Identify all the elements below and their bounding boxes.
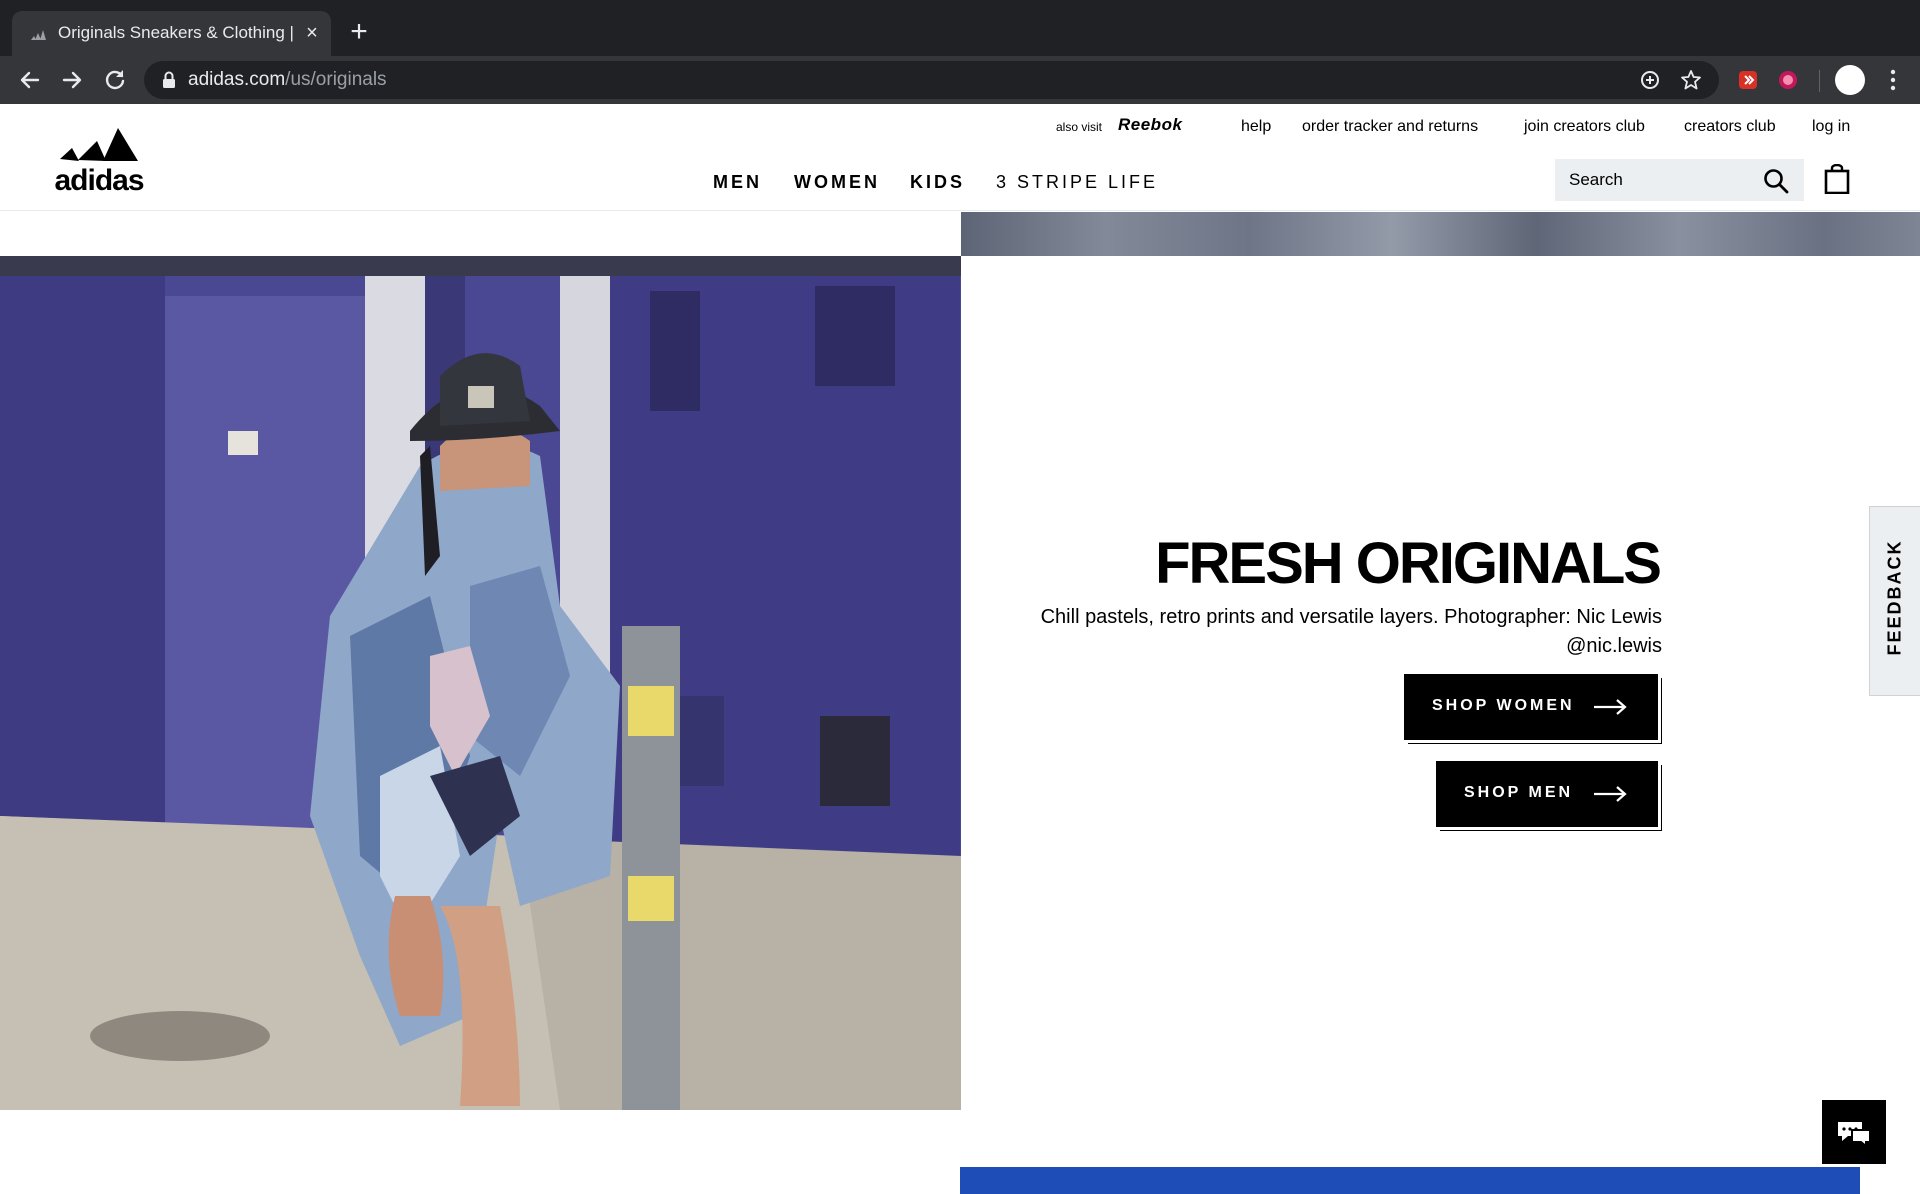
- shop-women-button[interactable]: SHOP WOMEN: [1404, 674, 1658, 740]
- reload-icon[interactable]: [101, 66, 129, 94]
- reebok-link[interactable]: Reebok: [1118, 115, 1182, 135]
- help-link[interactable]: help: [1241, 118, 1271, 136]
- shop-men-label: SHOP MEN: [1464, 784, 1574, 801]
- feedback-tab[interactable]: FEEDBACK: [1869, 506, 1920, 696]
- search-box: [1555, 159, 1804, 201]
- profile-avatar[interactable]: [1835, 65, 1865, 95]
- browser-tab-bar: Originals Sneakers & Clothing | × +: [0, 0, 1920, 56]
- address-bar[interactable]: adidas.com/us/originals: [144, 61, 1719, 99]
- nav-kids[interactable]: KIDS: [910, 172, 965, 193]
- also-visit-label: also visit: [1056, 120, 1103, 134]
- add-to-reading-icon[interactable]: [1638, 68, 1662, 92]
- browser-tab[interactable]: Originals Sneakers & Clothing | ×: [12, 11, 331, 56]
- nav-men[interactable]: MEN: [713, 172, 762, 193]
- log-in-link[interactable]: log in: [1812, 118, 1850, 136]
- feedback-label: FEEDBACK: [1884, 539, 1905, 656]
- close-tab-icon[interactable]: ×: [300, 21, 324, 45]
- hero-description: Chill pastels, retro prints and versatil…: [1040, 606, 1662, 657]
- adidas-logo[interactable]: adidas: [52, 128, 146, 197]
- search-icon[interactable]: [1763, 168, 1789, 194]
- chat-bubbles-icon: [1838, 1122, 1871, 1149]
- order-tracker-link[interactable]: order tracker and returns: [1302, 118, 1478, 136]
- hero-headline: FRESH ORIGINALS: [1155, 531, 1662, 596]
- shopping-bag-icon[interactable]: [1824, 164, 1850, 194]
- bookmark-star-icon[interactable]: [1679, 68, 1703, 92]
- site-header: adidas also visit Reebok help order trac…: [0, 104, 1920, 211]
- nav-3-stripe-life[interactable]: 3 STRIPE LIFE: [996, 172, 1158, 193]
- arrow-right-icon: [1594, 699, 1627, 715]
- next-banner-strip: [960, 1167, 1860, 1194]
- join-creators-club-link[interactable]: join creators club: [1524, 118, 1645, 136]
- toolbar-divider: [1819, 70, 1820, 92]
- shop-women-label: SHOP WOMEN: [1432, 697, 1575, 714]
- previous-banner-image: [961, 212, 1920, 256]
- back-arrow-icon[interactable]: [16, 66, 44, 94]
- extension-red-icon[interactable]: [1736, 68, 1760, 92]
- browser-toolbar: adidas.com/us/originals: [0, 56, 1920, 104]
- creators-club-link[interactable]: creators club: [1684, 118, 1776, 136]
- menu-dots-icon[interactable]: [1881, 66, 1905, 94]
- extension-pink-icon[interactable]: [1776, 68, 1800, 92]
- search-input[interactable]: [1569, 159, 1759, 201]
- adidas-favicon-icon: [31, 30, 46, 40]
- url-domain: adidas.com: [188, 69, 286, 90]
- url-path: /us/originals: [285, 69, 387, 90]
- chat-button[interactable]: [1822, 1100, 1886, 1164]
- shop-men-button[interactable]: SHOP MEN: [1436, 761, 1658, 827]
- nav-women[interactable]: WOMEN: [794, 172, 880, 193]
- forward-arrow-icon[interactable]: [58, 66, 86, 94]
- logo-wordmark: adidas: [54, 164, 144, 197]
- hero-photo-illustration: [0, 256, 961, 1110]
- new-tab-icon[interactable]: +: [346, 17, 372, 47]
- url-text: adidas.com/us/originals: [188, 69, 387, 91]
- lock-icon: [163, 71, 175, 88]
- tab-title: Originals Sneakers & Clothing |: [58, 23, 294, 42]
- hero-photo: [0, 256, 961, 1110]
- three-stripes-icon: [60, 128, 138, 161]
- arrow-right-icon: [1594, 786, 1627, 802]
